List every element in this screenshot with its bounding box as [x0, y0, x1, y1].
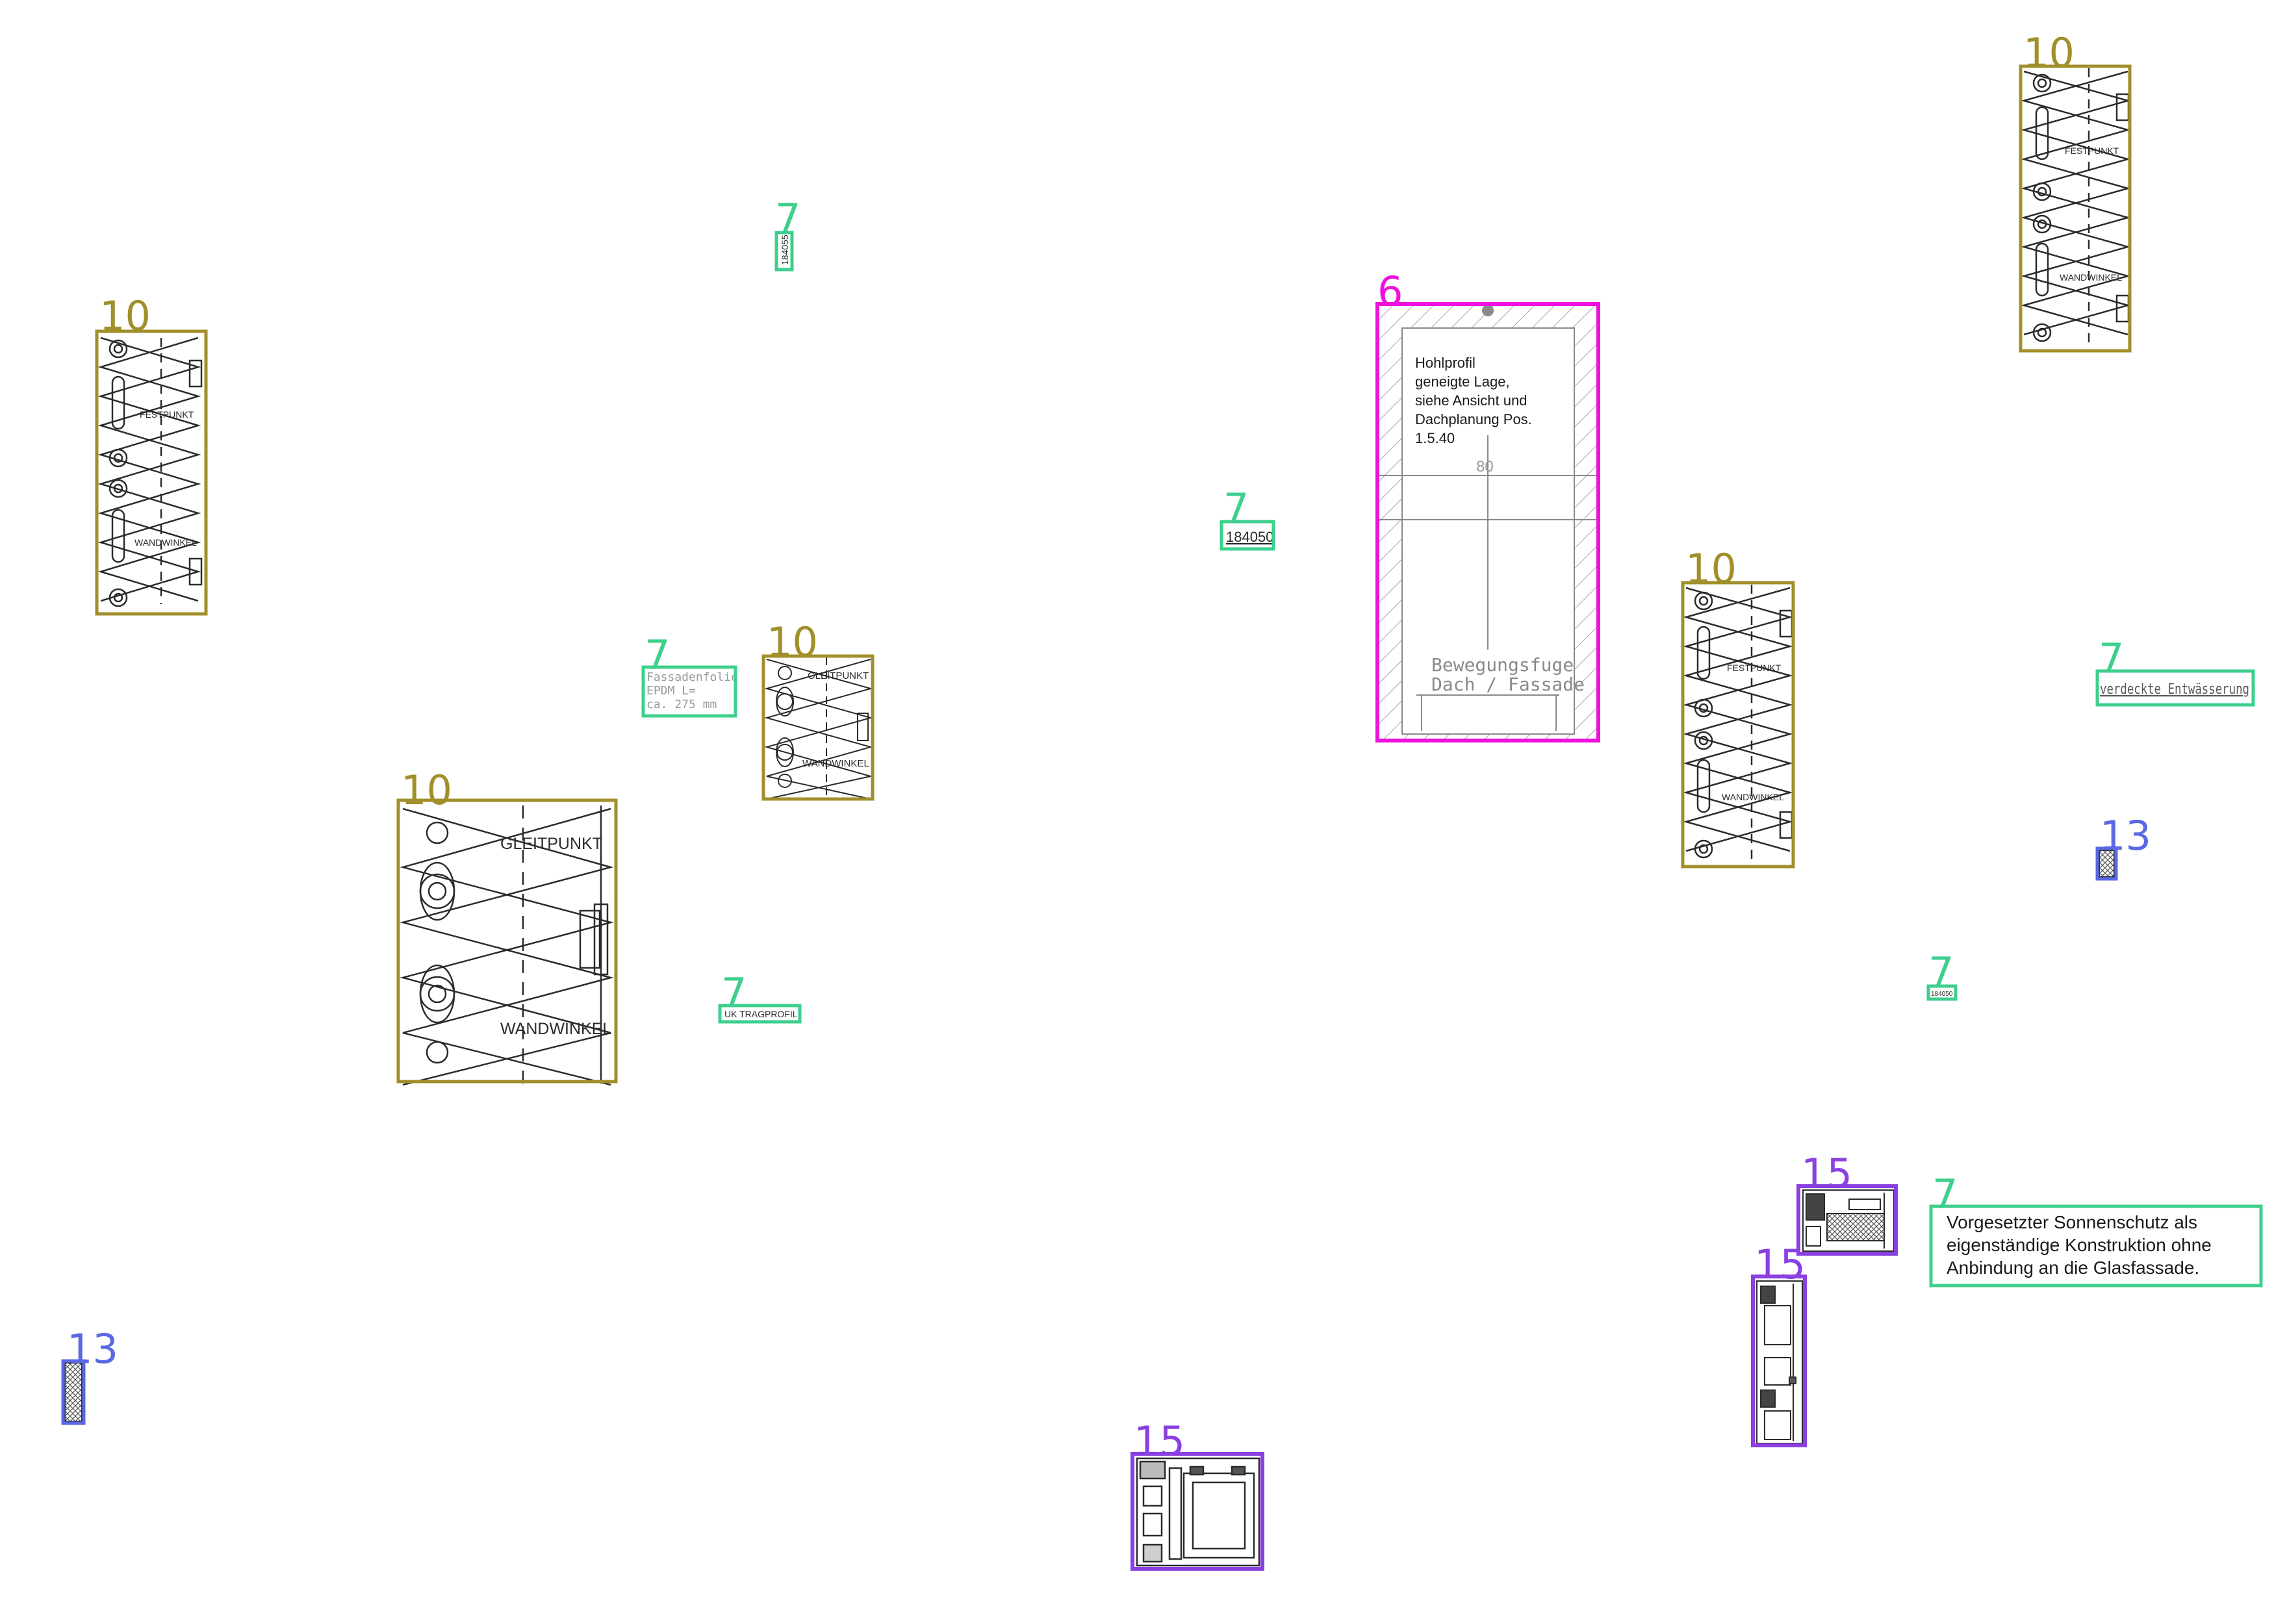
dimension-80: 80 [1476, 458, 1494, 476]
sonnenschutz-line-2: eigenständige Konstruktion ohne [1947, 1235, 2212, 1255]
festpunkt-label: FESTPUNKT [1727, 663, 1782, 673]
wandwinkel-label: WANDWINKEL [802, 758, 869, 769]
class-id-label: 7 [645, 631, 670, 679]
fassadenfolie-line-2: EPDM L= [646, 684, 696, 698]
class-id-label: 10 [99, 292, 151, 340]
class-id-label: 15 [1134, 1417, 1185, 1465]
class-id-label: 7 [775, 195, 800, 242]
class-id-label: 10 [401, 767, 452, 814]
class-id-label: 10 [2023, 29, 2075, 77]
sonnenschutz-line-1: Vorgesetzter Sonnenschutz als [1947, 1212, 2197, 1232]
hohlprofil-line-5: 1.5.40 [1415, 430, 1455, 446]
bewegungsfuge-line-2: Dach / Fassade [1431, 674, 1585, 695]
class-id-label: 13 [2100, 812, 2151, 859]
class-id-label: 7 [1223, 485, 1249, 532]
hohlprofil-line-2: geneigte Lage, [1415, 374, 1510, 390]
fassadenfolie-line-3: ca. 275 mm [646, 698, 717, 711]
class-id-label: 7 [721, 969, 747, 1017]
sonnenschutz-line-3: Anbindung an die Glasfassade. [1947, 1258, 2199, 1278]
class-id-label: 13 [67, 1325, 118, 1373]
class-id-label: 10 [767, 618, 818, 666]
bewegungsfuge-line-1: Bewegungsfuge [1431, 654, 1574, 676]
class-id-label: 10 [1685, 545, 1737, 592]
hohlprofil-line-4: Dachplanung Pos. [1415, 411, 1532, 427]
festpunkt-label: FESTPUNKT [2065, 146, 2119, 156]
class-id-label: 15 [1801, 1150, 1852, 1197]
class-id-label: 7 [1928, 948, 1954, 996]
movement-joint-detail: Hohlprofil geneigte Lage, siehe Ansicht … [1375, 268, 1600, 742]
wandwinkel-label: WANDWINKEL [2060, 272, 2122, 283]
hohlprofil-line-3: siehe Ansicht und [1415, 392, 1527, 409]
wandwinkel-label: WANDWINKEL [134, 537, 197, 548]
festpunkt-label: FESTPUNKT [140, 409, 194, 420]
gleitpunkt-label: GLEITPUNKT [500, 835, 602, 853]
verdeckte-text: verdeckte Entwässerung [2100, 681, 2249, 698]
wandwinkel-label: WANDWINKEL [1722, 792, 1784, 802]
hohlprofil-line-1: Hohlprofil [1415, 355, 1476, 371]
drawing-canvas: FESTPUNKT WANDWINKEL 10 GLEITPUNKT WANDW… [0, 0, 2274, 1624]
class-id-label: 15 [1754, 1241, 1806, 1288]
class-id-label: 7 [1932, 1171, 1958, 1218]
wandwinkel-label: WANDWINKEL [500, 1020, 611, 1038]
class-id-label: 7 [2099, 635, 2124, 682]
profile-number-label-small: 184050 7 [1926, 948, 1958, 1001]
gleitpunkt-label: GLEITPUNKT [808, 670, 869, 681]
class-id-label: 6 [1377, 268, 1403, 315]
